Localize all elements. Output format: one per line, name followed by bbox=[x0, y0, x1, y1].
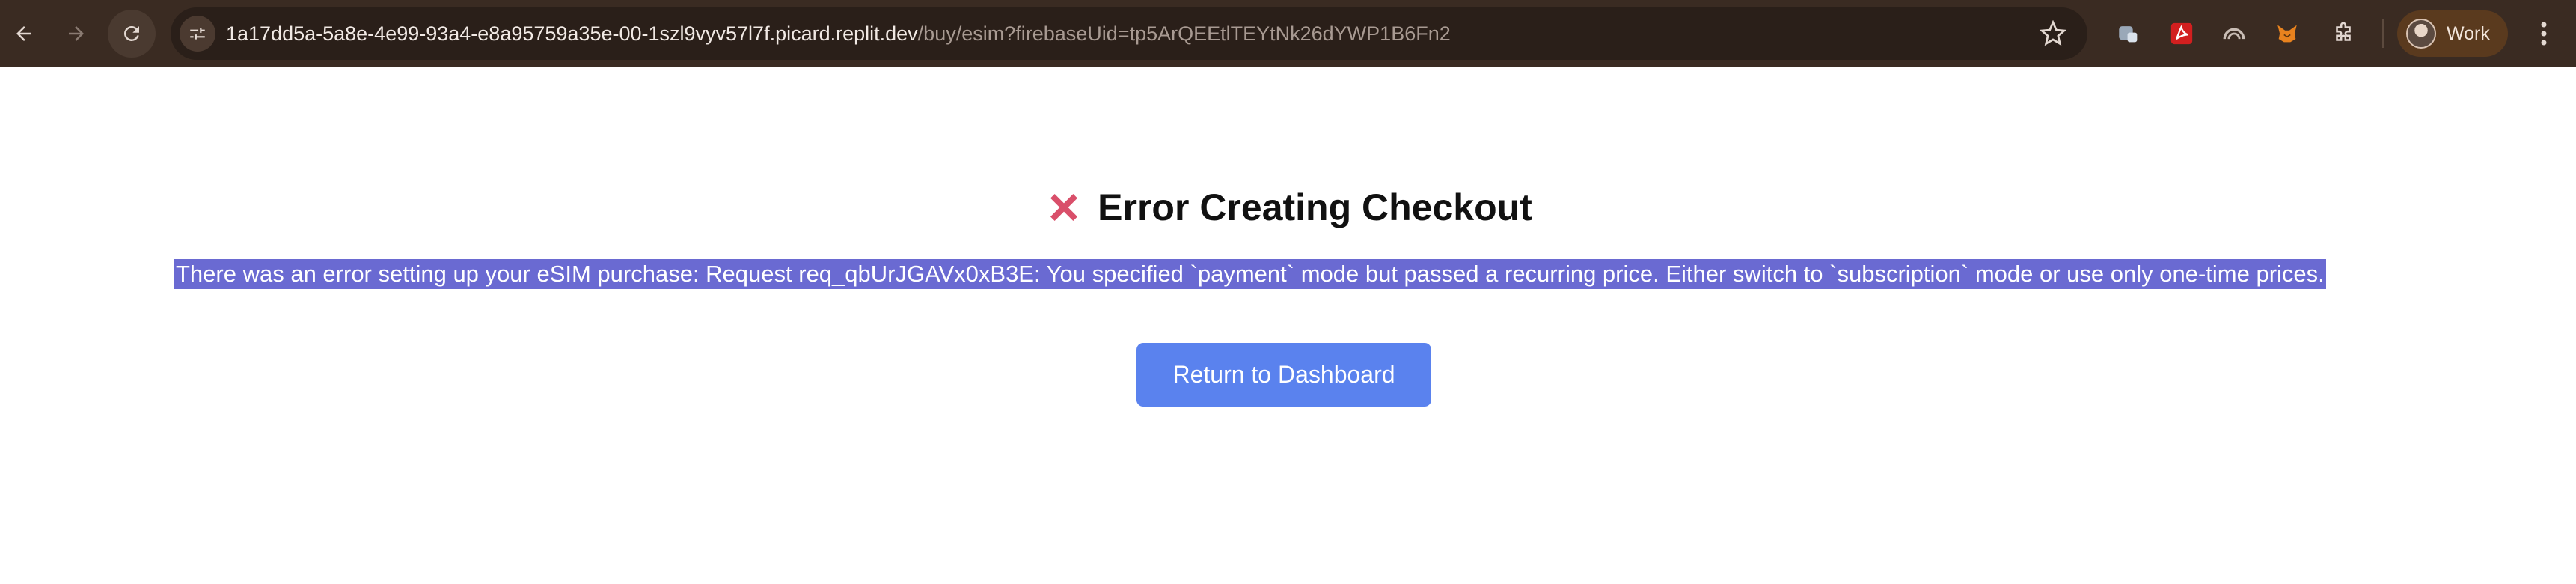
error-message: There was an error setting up your eSIM … bbox=[174, 259, 2326, 289]
toolbar-separator bbox=[2382, 19, 2384, 48]
forward-button[interactable] bbox=[52, 10, 100, 58]
back-arrow-icon bbox=[16, 26, 31, 41]
forward-arrow-icon bbox=[69, 26, 84, 41]
extension-2[interactable] bbox=[2164, 16, 2199, 51]
back-button[interactable] bbox=[0, 10, 48, 58]
kebab-menu-icon bbox=[2541, 22, 2547, 46]
metamask-fox-icon bbox=[2277, 25, 2297, 43]
profile-button[interactable]: Work bbox=[2397, 10, 2508, 57]
page-title: Error Creating Checkout bbox=[0, 186, 2576, 229]
extension-1[interactable] bbox=[2111, 16, 2146, 51]
browser-toolbar: 1a17dd5a-5a8e-4e99-93a4-e8a95759a35e-00-… bbox=[0, 0, 2576, 67]
reload-button[interactable] bbox=[108, 10, 156, 58]
extension-puzzle-badge-icon bbox=[2119, 26, 2138, 43]
browser-menu-button[interactable] bbox=[2529, 11, 2559, 56]
avatar bbox=[2406, 19, 2436, 49]
extension-3[interactable] bbox=[2217, 16, 2251, 51]
extensions-puzzle-icon bbox=[2336, 22, 2351, 41]
acrobat-icon bbox=[2170, 22, 2193, 45]
site-info-button[interactable] bbox=[180, 16, 215, 52]
url-path: /buy/esim?firebaseUid=tp5ArQEEtlTEYtNk26… bbox=[917, 22, 1451, 45]
reload-icon bbox=[124, 26, 139, 41]
extension-4[interactable] bbox=[2270, 16, 2304, 51]
url-text[interactable]: 1a17dd5a-5a8e-4e99-93a4-e8a95759a35e-00-… bbox=[226, 7, 1451, 60]
address-bar[interactable]: 1a17dd5a-5a8e-4e99-93a4-e8a95759a35e-00-… bbox=[171, 7, 2087, 60]
extensions-menu-button[interactable] bbox=[2326, 16, 2361, 51]
red-x-cross-icon bbox=[1050, 194, 1078, 221]
page-title-text: Error Creating Checkout bbox=[1098, 186, 1532, 228]
url-host: 1a17dd5a-5a8e-4e99-93a4-e8a95759a35e-00-… bbox=[226, 22, 918, 45]
profile-label: Work bbox=[2447, 22, 2490, 44]
bookmark-star-icon[interactable] bbox=[2040, 20, 2066, 47]
speedometer-icon bbox=[2223, 28, 2245, 40]
tune-icon bbox=[190, 28, 205, 40]
return-to-dashboard-button[interactable]: Return to Dashboard bbox=[1136, 343, 1431, 407]
